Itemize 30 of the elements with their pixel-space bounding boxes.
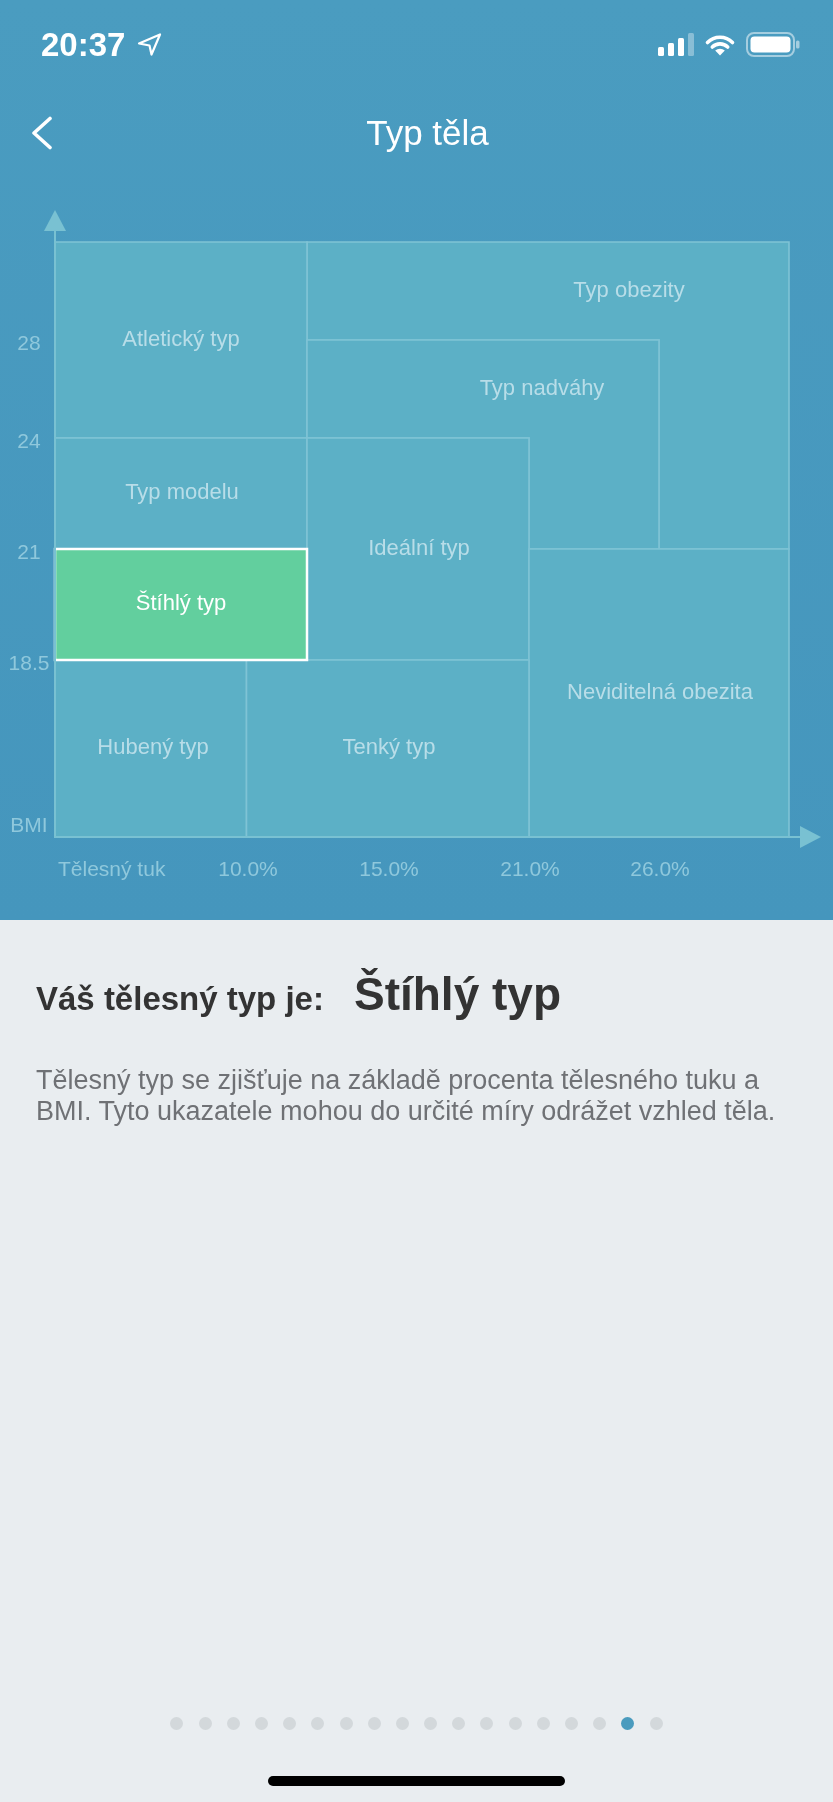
axis-tick-label: 18.5 xyxy=(8,650,50,674)
region-label: Typ modelu xyxy=(125,478,239,504)
status-time: 20:37 xyxy=(41,27,126,61)
axis-tick-label: 24 xyxy=(17,428,41,452)
region-label: Štíhlý typ xyxy=(135,589,227,615)
location-arrow-icon xyxy=(137,32,163,56)
chevron-left-icon xyxy=(31,116,53,150)
axis-tick-label: 28 xyxy=(17,330,41,354)
result-label: Váš tělesný typ je: xyxy=(36,979,324,1019)
axis-tick-label: 21.0% xyxy=(500,856,560,880)
region-label: Neviditelná obezita xyxy=(567,678,753,704)
axis-title: Tělesný tuk xyxy=(58,856,166,880)
region-label: Tenký typ xyxy=(342,733,436,759)
result-value: Štíhlý typ xyxy=(353,970,561,1018)
battery-icon xyxy=(746,31,800,57)
region-label: Hubený typ xyxy=(97,733,209,759)
axis-tick-label: 15.0% xyxy=(359,856,419,880)
region-label: Typ nadváhy xyxy=(479,374,605,400)
region-label: Typ obezity xyxy=(573,276,685,302)
axis-title: BMI xyxy=(10,812,48,836)
signal-icon xyxy=(658,32,694,56)
page-dot[interactable] xyxy=(621,1717,635,1730)
region-label: Atletický typ xyxy=(122,325,240,351)
region-label: Ideální typ xyxy=(368,534,470,560)
axis-tick-label: 21 xyxy=(17,539,41,563)
description-text: Tělesný typ se zjišťuje na základě procenta tělesného tuku a BMI. Tyto ukazatele mohou do určité míry odrážet vzhled těla. xyxy=(36,1065,777,1127)
wifi-icon xyxy=(704,32,736,56)
axis-tick-label: 10.0% xyxy=(218,856,278,880)
axis-tick-label: 26.0% xyxy=(630,856,690,880)
nav-title: Typ těla xyxy=(366,112,489,154)
